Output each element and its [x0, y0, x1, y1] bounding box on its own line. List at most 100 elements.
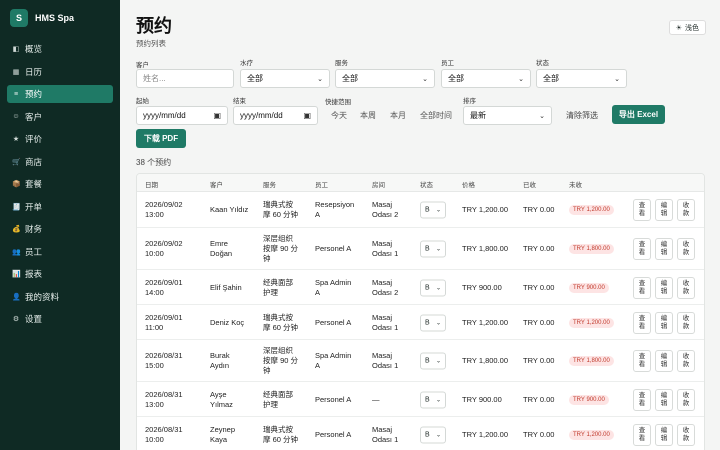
cell-customer: Elif Şahin: [210, 283, 242, 293]
sidebar-item-0[interactable]: ◧ 概览: [7, 40, 113, 58]
quick-range-this-month[interactable]: 本月: [390, 110, 406, 121]
collect-payment-button[interactable]: 收款: [677, 238, 695, 260]
column-header[interactable]: 未收: [569, 179, 582, 189]
view-button[interactable]: 查看: [633, 350, 651, 372]
view-button[interactable]: 查看: [633, 388, 651, 411]
table-row[interactable]: 2026/08/31 15:00 Burak Aydın 深层组织 按摩 90 分钟 Spa…: [137, 340, 704, 382]
status-select[interactable]: B ⌄: [420, 201, 446, 219]
sidebar-item-3[interactable]: ☺ 客户: [7, 108, 113, 126]
sidebar-item-4[interactable]: ★ 评价: [7, 130, 113, 148]
cell-line: 2026/08/31: [145, 351, 183, 360]
status-filter-select[interactable]: 全部 ⌄: [536, 69, 627, 88]
status-value: B: [425, 319, 430, 326]
sort-select[interactable]: 最新 ⌄: [463, 106, 552, 125]
edit-button[interactable]: 编辑: [655, 423, 673, 446]
collect-payment-button[interactable]: 收款: [677, 199, 695, 221]
sidebar-item-1[interactable]: ▦ 日历: [7, 63, 113, 81]
sidebar-item-7[interactable]: 🧾 开单: [7, 198, 113, 216]
view-button[interactable]: 查看: [633, 199, 651, 221]
column-header[interactable]: 服务: [263, 179, 276, 189]
collect-payment-button[interactable]: 收款: [677, 311, 695, 334]
sidebar-item-5[interactable]: 🛒 商店: [7, 153, 113, 171]
status-select[interactable]: B ⌄: [420, 240, 446, 258]
spa-filter-label: 水疗: [240, 60, 253, 67]
sidebar-item-label: 预约: [25, 89, 43, 99]
collect-payment-button[interactable]: 收款: [677, 388, 695, 411]
table-row[interactable]: 2026/09/02 13:00 Kaan Yıldız 瑞典式按摩 60 分钟 Res…: [137, 192, 704, 228]
sort-label: 排序: [463, 98, 476, 105]
view-button[interactable]: 查看: [633, 276, 651, 299]
edit-button[interactable]: 编辑: [655, 350, 673, 372]
edit-button[interactable]: 编辑: [655, 311, 673, 334]
column-header[interactable]: 价格: [462, 179, 475, 189]
start-date-placeholder: yyyy/mm/dd: [143, 111, 186, 120]
calendar-icon[interactable]: ▣: [213, 111, 221, 120]
cell-line: Doğan: [210, 249, 233, 258]
status-select[interactable]: B ⌄: [420, 352, 446, 370]
start-date-input[interactable]: yyyy/mm/dd ▣: [136, 106, 228, 125]
sidebar-item-2[interactable]: ≡ 预约: [7, 85, 113, 103]
column-header[interactable]: 已收: [523, 179, 536, 189]
due-badge: TRY 900.00: [569, 394, 609, 405]
edit-button[interactable]: 编辑: [655, 199, 673, 221]
end-date-input[interactable]: yyyy/mm/dd ▣: [233, 106, 318, 125]
action-label: 收款: [682, 279, 690, 295]
status-select[interactable]: B ⌄: [420, 279, 446, 296]
sidebar-item-label: 概览: [25, 44, 43, 54]
cell-line: 13:00: [145, 399, 164, 409]
sidebar-item-9[interactable]: 👥 员工: [7, 243, 113, 261]
view-button[interactable]: 查看: [633, 423, 651, 446]
collect-payment-button[interactable]: 收款: [677, 276, 695, 299]
edit-button[interactable]: 编辑: [655, 388, 673, 411]
sidebar-item-8[interactable]: 💰 财务: [7, 220, 113, 238]
table-row[interactable]: 2026/08/31 13:00 Ayşe Yılmaz 经典面部 护理 Personel …: [137, 382, 704, 417]
table-row[interactable]: 2026/08/31 10:00 Zeynep Kaya 瑞典式按摩 60 分钟 Pers…: [137, 417, 704, 450]
sidebar-item-12[interactable]: ⚙ 设置: [7, 310, 113, 328]
table-row[interactable]: 2026/09/01 14:00 Elif Şahin 经典面部 护理 Spa Admin…: [137, 270, 704, 305]
quick-range-all-time[interactable]: 全部时间: [420, 110, 452, 121]
service-filter-select[interactable]: 全部 ⌄: [335, 69, 435, 88]
view-button[interactable]: 查看: [633, 238, 651, 260]
calendar-icon[interactable]: ▣: [303, 111, 311, 120]
table-row[interactable]: 2026/09/01 11:00 Deniz Koç 瑞典式按摩 60 分钟 Perso…: [137, 305, 704, 340]
clear-filters-button[interactable]: 清除筛选: [566, 110, 598, 121]
action-label: 编辑: [660, 426, 668, 442]
column-header[interactable]: 员工: [315, 179, 328, 189]
sidebar-item-6[interactable]: 📦 套餐: [7, 175, 113, 193]
cell-price: TRY 1,200.00: [462, 317, 509, 327]
status-select[interactable]: B ⌄: [420, 391, 446, 408]
spa-filter-select[interactable]: 全部 ⌄: [240, 69, 330, 88]
download-pdf-button[interactable]: 下载 PDF: [136, 129, 186, 148]
collect-payment-button[interactable]: 收款: [677, 423, 695, 446]
staff-filter-select[interactable]: 全部 ⌄: [441, 69, 531, 88]
cell-line: 摩 60 分钟: [263, 434, 299, 444]
column-header[interactable]: 客户: [210, 179, 223, 189]
edit-button[interactable]: 编辑: [655, 276, 673, 299]
due-badge: TRY 1,800.00: [569, 356, 614, 366]
export-excel-button[interactable]: 导出 Excel: [612, 105, 665, 124]
action-label: 查看: [638, 279, 646, 295]
cell-date: 2026/09/01 14:00: [145, 278, 183, 298]
column-header[interactable]: 日期: [145, 179, 158, 189]
column-header[interactable]: 状态: [420, 179, 433, 189]
chevron-down-icon: ⌄: [422, 75, 428, 83]
action-label: 编辑: [660, 314, 668, 330]
customer-search-input[interactable]: 姓名...: [136, 69, 234, 88]
status-select[interactable]: B ⌄: [420, 314, 446, 331]
cell-room: —: [372, 395, 380, 405]
sidebar-item-11[interactable]: 👤 我的资料: [7, 288, 113, 306]
table-row[interactable]: 2026/09/02 10:00 Emre Doğan 深层组织 按摩 90 分钟 Pers…: [137, 228, 704, 270]
cell-line: Kaya: [210, 434, 228, 444]
column-header[interactable]: 房间: [372, 179, 385, 189]
quick-range-today[interactable]: 今天: [331, 110, 347, 121]
edit-button[interactable]: 编辑: [655, 238, 673, 260]
chevron-down-icon: ⌄: [435, 320, 441, 326]
brand[interactable]: S HMS Spa: [0, 0, 120, 36]
sidebar-item-10[interactable]: 📊 报表: [7, 265, 113, 283]
quick-range-this-week[interactable]: 本周: [360, 110, 376, 121]
theme-toggle-button[interactable]: ☀ 浅色: [668, 20, 706, 35]
status-select[interactable]: B ⌄: [420, 426, 446, 443]
collect-payment-button[interactable]: 收款: [677, 350, 695, 372]
cell-price: TRY 1,800.00: [462, 356, 509, 365]
view-button[interactable]: 查看: [633, 311, 651, 334]
